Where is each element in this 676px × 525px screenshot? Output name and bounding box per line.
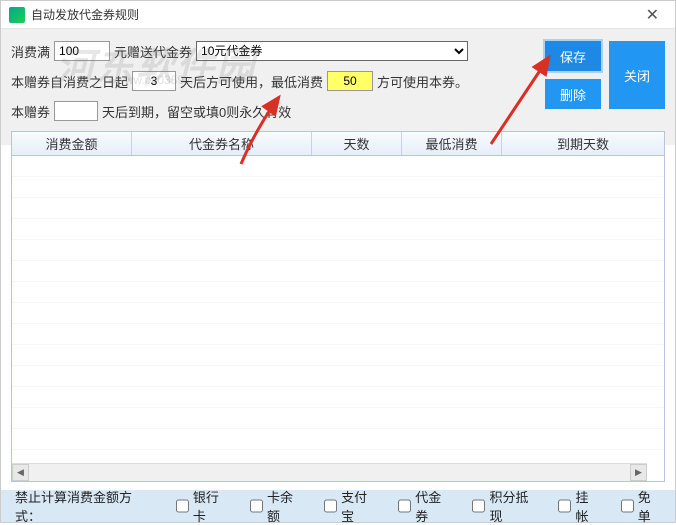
- horizontal-scrollbar[interactable]: ◀ ▶: [12, 463, 647, 481]
- min-spend-input[interactable]: [327, 71, 373, 91]
- col-min-spend[interactable]: 最低消费: [402, 132, 502, 155]
- label-days-prefix: 本赠券自消费之日起: [11, 72, 128, 91]
- save-button[interactable]: 保存: [545, 41, 601, 71]
- checkbox-voucher[interactable]: 代金券: [398, 487, 450, 525]
- close-button[interactable]: 关闭: [609, 41, 665, 109]
- app-icon: [9, 7, 25, 23]
- col-spend-amount[interactable]: 消费金额: [12, 132, 132, 155]
- voucher-select[interactable]: 10元代金券: [196, 41, 468, 61]
- checkbox-credit[interactable]: 挂帐: [558, 487, 598, 525]
- label-expire-suffix: 天后到期，留空或填0则永久有效: [102, 102, 291, 121]
- checkbox-alipay[interactable]: 支付宝: [324, 487, 376, 525]
- table-body[interactable]: [12, 156, 664, 463]
- scroll-left-icon[interactable]: ◀: [12, 464, 29, 481]
- form-area: 消费满 元赠送代金券 10元代金券 本赠券自消费之日起 天后方可使用，最低消费 …: [1, 29, 675, 145]
- rules-table: 消费金额 代金券名称 天数 最低消费 到期天数 ◀ ▶: [11, 131, 665, 482]
- col-days[interactable]: 天数: [312, 132, 402, 155]
- scroll-right-icon[interactable]: ▶: [630, 464, 647, 481]
- window-title: 自动发放代金券规则: [31, 6, 638, 23]
- checkbox-points[interactable]: 积分抵现: [472, 487, 536, 525]
- expire-days-input[interactable]: [54, 101, 98, 121]
- label-days-suffix: 方可使用本券。: [377, 72, 468, 91]
- col-expire-days[interactable]: 到期天数: [502, 132, 664, 155]
- checkbox-card-balance[interactable]: 卡余额: [250, 487, 302, 525]
- spend-amount-input[interactable]: [54, 41, 110, 61]
- days-after-input[interactable]: [132, 71, 176, 91]
- label-spend-mid: 元赠送代金券: [114, 42, 192, 61]
- col-voucher-name[interactable]: 代金券名称: [132, 132, 312, 155]
- window-close-button[interactable]: ✕: [638, 3, 667, 27]
- checkbox-free[interactable]: 免单: [621, 487, 661, 525]
- label-days-mid: 天后方可使用，最低消费: [180, 72, 323, 91]
- footer-bar: 禁止计算消费金额方式： 银行卡 卡余额 支付宝 代金券 积分抵现 挂帐 免单: [1, 490, 675, 522]
- delete-button[interactable]: 删除: [545, 79, 601, 109]
- label-expire-prefix: 本赠券: [11, 102, 50, 121]
- table-header: 消费金额 代金券名称 天数 最低消费 到期天数: [12, 132, 664, 156]
- checkbox-bankcard[interactable]: 银行卡: [176, 487, 228, 525]
- label-spend-prefix: 消费满: [11, 42, 50, 61]
- title-bar: 自动发放代金券规则 ✕: [1, 1, 675, 29]
- footer-label: 禁止计算消费金额方式：: [15, 487, 146, 525]
